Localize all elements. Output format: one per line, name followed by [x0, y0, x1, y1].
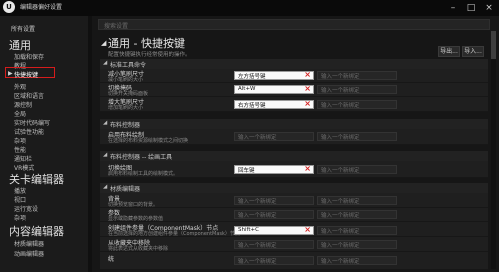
sidebar-item-run-settings[interactable]: 运行宽设: [14, 204, 38, 213]
sidebar-item-global[interactable]: 全局: [14, 109, 26, 118]
sidebar-item-play[interactable]: 播放: [14, 186, 26, 195]
shortcut-desc: 增加笔刷的大小: [108, 105, 144, 111]
clear-binding-icon[interactable]: ×: [304, 164, 311, 173]
sidebar-all-settings[interactable]: 所有设置: [11, 24, 35, 33]
close-icon[interactable]: ×: [481, 0, 497, 16]
shortcut-binding[interactable]: 回车键 ×: [234, 164, 314, 174]
section-title: 布料控制器 -- 绘画工具: [110, 154, 173, 161]
sidebar-item-misc[interactable]: 杂项: [14, 136, 26, 145]
section-title: 布料控制器: [110, 122, 141, 129]
sidebar-item-level-misc[interactable]: 杂项: [14, 213, 26, 222]
section-title: 材质编辑器: [110, 186, 141, 193]
sidebar-item-loading-saving[interactable]: 加载和保存: [14, 52, 44, 61]
settings-scrollbar-thumb[interactable]: [491, 31, 496, 59]
shortcut-binding-empty[interactable]: 输入一个新绑定: [317, 226, 397, 235]
section-collapse-icon[interactable]: ◢: [103, 184, 107, 190]
clear-binding-icon[interactable]: ×: [304, 70, 311, 79]
shortcut-binding-empty[interactable]: 输入一个新绑定: [234, 256, 314, 265]
sidebar-item-material-editor[interactable]: 材质编辑器: [14, 239, 44, 248]
import-button[interactable]: 导入...: [462, 46, 484, 57]
section-collapse-icon[interactable]: ◢: [103, 152, 107, 158]
sidebar-item-viewports[interactable]: 视口: [14, 195, 26, 204]
shortcut-binding-empty[interactable]: 输入一个新绑定: [317, 256, 397, 265]
unreal-logo-icon: U: [3, 1, 15, 13]
shortcut-binding-empty[interactable]: 输入一个新绑定: [317, 165, 397, 174]
shortcut-desc: 显示或隐藏参数的参数值: [108, 216, 164, 222]
shortcut-binding-empty[interactable]: 输入一个新绑定: [234, 196, 314, 205]
settings-search-input[interactable]: 搜索设置: [98, 19, 490, 30]
search-placeholder: 搜索设置: [104, 23, 129, 30]
sidebar-item-notifications[interactable]: 通知栏: [14, 154, 32, 163]
sidebar-item-keyboard-shortcuts[interactable]: 快捷按键: [14, 70, 38, 79]
shortcut-binding-empty[interactable]: 输入一个新绑定: [234, 210, 314, 219]
maximize-icon[interactable]: □: [463, 0, 479, 16]
shortcut-desc: 在当前选择的地方创建组件参量（ComponentMask）节点: [108, 231, 240, 237]
window-title: 编辑器偏好设置: [20, 4, 63, 11]
section-collapse-icon[interactable]: ◢: [103, 60, 107, 66]
title-bar: [0, 0, 499, 16]
sidebar-item-performance[interactable]: 性能: [14, 145, 26, 154]
shortcut-binding[interactable]: 右方括号键 ×: [234, 99, 314, 109]
shortcut-name: 统: [108, 256, 115, 263]
page-title: 通用 - 快捷按键: [108, 37, 185, 50]
shortcut-desc: 在选择的布料资源绘制模式之间切换: [108, 138, 189, 144]
shortcut-desc: 启用布料绘制工具的绘制模式。: [108, 171, 179, 177]
sidebar-group-level-editor: 关卡编辑器: [9, 173, 64, 186]
shortcut-binding-empty[interactable]: 输入一个新绑定: [317, 132, 397, 141]
sidebar-item-live-coding[interactable]: 实时代码编写: [14, 118, 50, 127]
section-header[interactable]: [100, 183, 488, 193]
shortcut-binding-empty[interactable]: 输入一个新绑定: [234, 132, 314, 141]
sidebar-item-experimental[interactable]: 试验性功能: [14, 127, 44, 136]
sidebar-item-animation-editor[interactable]: 动画编辑器: [14, 249, 44, 258]
clear-binding-icon[interactable]: ×: [304, 225, 311, 234]
shortcut-binding-empty[interactable]: 输入一个新绑定: [317, 85, 397, 94]
shortcut-binding-empty[interactable]: 输入一个新绑定: [317, 240, 397, 249]
shortcut-binding[interactable]: Alt+W ×: [234, 84, 314, 94]
shortcut-desc: 切换预览窗口的背景。: [108, 202, 159, 208]
minimize-icon[interactable]: –: [445, 0, 461, 16]
sidebar-group-content-editors: 内容编辑器: [9, 225, 64, 238]
export-button[interactable]: 导出...: [438, 46, 460, 57]
shortcut-binding-empty[interactable]: 输入一个新绑定: [234, 240, 314, 249]
clear-binding-icon[interactable]: ×: [304, 84, 311, 93]
sidebar-group-general: 通用: [9, 39, 31, 52]
section-header[interactable]: [100, 119, 488, 129]
shortcut-binding-empty[interactable]: 输入一个新绑定: [317, 71, 397, 80]
shortcut-desc: 将此表达式从收藏夹中移除: [108, 246, 169, 252]
settings-scrollbar[interactable]: [491, 31, 496, 269]
section-collapse-icon[interactable]: ◢: [103, 120, 107, 126]
section-header[interactable]: [100, 59, 488, 69]
shortcut-desc: 减小笔刷的大小: [108, 77, 144, 83]
shortcut-binding-empty[interactable]: 输入一个新绑定: [317, 210, 397, 219]
selected-arrow-icon: ▶: [8, 70, 13, 77]
section-title: 标准工具命令: [110, 62, 147, 69]
sidebar-item-source-control[interactable]: 源控制: [14, 100, 32, 109]
shortcut-binding[interactable]: 左方括号键 ×: [234, 70, 314, 80]
sidebar-item-region-language[interactable]: 区域和语言: [14, 91, 44, 100]
collapse-page-icon[interactable]: ◢: [101, 39, 106, 47]
sidebar-item-appearance[interactable]: 外观: [14, 82, 26, 91]
shortcut-binding[interactable]: Shift+C ×: [234, 225, 314, 235]
shortcut-binding-empty[interactable]: 输入一个新绑定: [317, 196, 397, 205]
shortcut-binding-empty[interactable]: 输入一个新绑定: [317, 100, 397, 109]
page-subtitle: 配置快捷键执行经常使用的操作。: [108, 52, 191, 58]
clear-binding-icon[interactable]: ×: [304, 99, 311, 108]
shortcut-desc: 切换开关掩码面板: [108, 91, 149, 97]
